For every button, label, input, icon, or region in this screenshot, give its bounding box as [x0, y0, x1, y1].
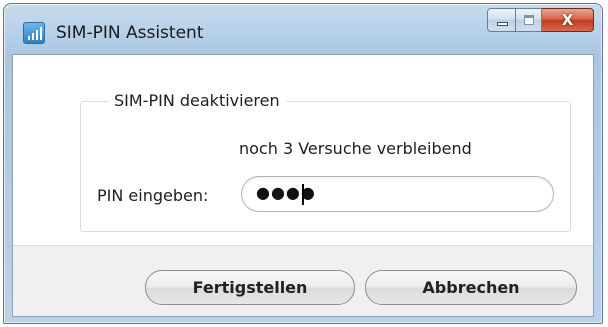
maximize-icon [524, 15, 534, 25]
content-area: SIM-PIN deaktivieren noch 3 Versuche ver… [13, 55, 593, 245]
button-bar: Fertigstellen Abbrechen [13, 245, 593, 316]
minimize-button[interactable] [487, 8, 516, 32]
client-area: SIM-PIN deaktivieren noch 3 Versuche ver… [12, 54, 594, 317]
dialog-window: SIM-PIN Assistent X SIM-PIN deaktivieren… [3, 3, 603, 324]
caption-buttons: X [487, 8, 594, 34]
signal-bars-icon [23, 22, 45, 44]
minimize-icon [497, 22, 508, 26]
pin-groupbox [80, 101, 571, 232]
window-title: SIM-PIN Assistent [56, 23, 204, 43]
close-icon: X [561, 11, 574, 29]
close-button[interactable]: X [542, 8, 594, 32]
groupbox-title: SIM-PIN deaktivieren [108, 91, 286, 110]
finish-button[interactable]: Fertigstellen [145, 270, 355, 305]
pin-label: PIN eingeben: [97, 186, 209, 205]
attempts-remaining-text: noch 3 Versuche verbleibend [239, 139, 472, 158]
cancel-button[interactable]: Abbrechen [365, 270, 577, 305]
text-caret [302, 184, 304, 205]
pin-input[interactable]: ●●●● [241, 176, 554, 212]
maximize-button[interactable] [516, 8, 542, 32]
title-bar[interactable]: SIM-PIN Assistent X [4, 4, 602, 54]
pin-masked-value: ●●●● [256, 183, 316, 202]
